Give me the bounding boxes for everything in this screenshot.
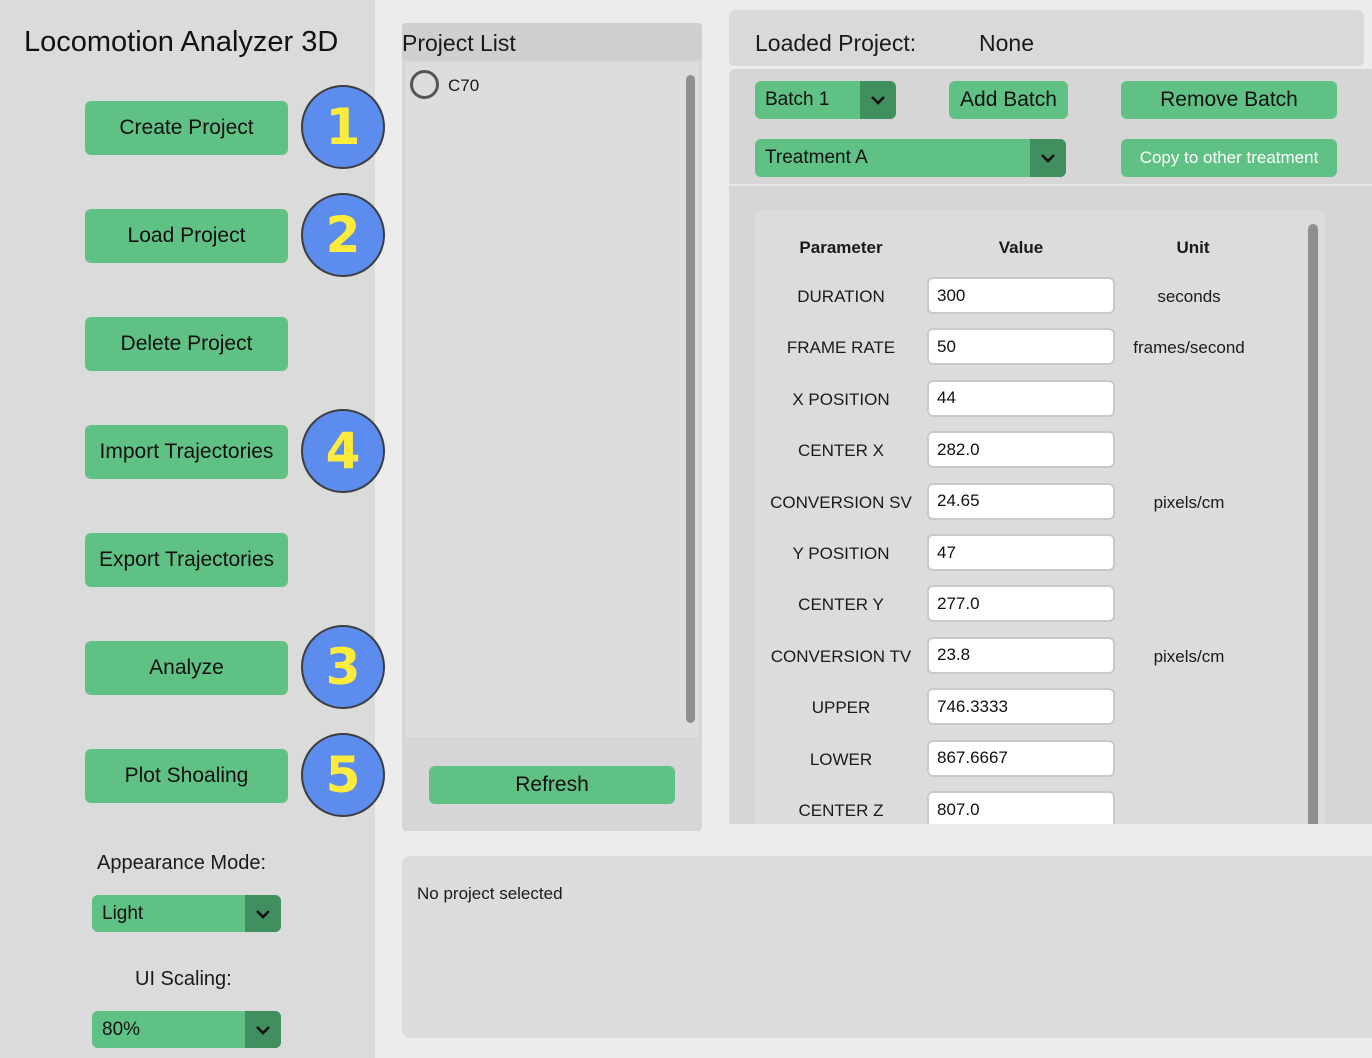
- ui-scaling-label: UI Scaling:: [135, 968, 232, 990]
- parameter-row: CONVERSION SV pixels/cm: [755, 482, 1315, 520]
- analyze-button[interactable]: Analyze: [85, 641, 288, 695]
- treatment-dropdown-value: Treatment A: [765, 147, 868, 168]
- step-badge-3: 3: [301, 625, 385, 709]
- ui-scaling-value: 80%: [102, 1018, 141, 1040]
- loaded-project-label: Loaded Project:: [755, 30, 917, 56]
- parameter-name: X POSITION: [792, 389, 890, 409]
- parameter-value-input[interactable]: [927, 688, 1115, 726]
- radio-unselected-icon[interactable]: [410, 70, 439, 99]
- chevron-down-icon: [245, 1011, 281, 1048]
- parameter-row: UPPER: [755, 688, 1315, 726]
- step-badge-4: 4: [301, 409, 385, 493]
- treatment-dropdown[interactable]: Treatment A: [755, 139, 1066, 177]
- parameter-value-input[interactable]: [927, 636, 1115, 674]
- step-badge-2: 2: [301, 193, 385, 277]
- refresh-button[interactable]: Refresh: [429, 766, 675, 804]
- chevron-down-icon: [860, 81, 896, 119]
- export-trajectories-button[interactable]: Export Trajectories: [85, 533, 288, 587]
- parameter-unit: pixels/cm: [1153, 646, 1225, 666]
- batch-dropdown-value: Batch 1: [765, 89, 830, 110]
- parameter-name: CONVERSION SV: [770, 492, 912, 512]
- step-badge-1: 1: [301, 85, 385, 169]
- parameter-unit: seconds: [1157, 287, 1221, 306]
- parameter-row: CENTER Z: [755, 791, 1315, 824]
- parameter-row: CONVERSION TV pixels/cm: [755, 636, 1315, 674]
- parameter-name: CENTER Y: [798, 595, 884, 615]
- batch-dropdown[interactable]: Batch 1: [755, 81, 896, 119]
- parameter-value-input[interactable]: [927, 431, 1115, 469]
- parameter-unit: pixels/cm: [1153, 492, 1225, 512]
- parameter-row: CENTER Y: [755, 585, 1315, 623]
- project-list-scrollbar[interactable]: [686, 75, 695, 723]
- parameter-name: Y POSITION: [792, 544, 890, 563]
- parameter-row: Y POSITION: [755, 534, 1315, 571]
- parameter-name: FRAME RATE: [786, 338, 896, 358]
- appearance-mode-dropdown[interactable]: Light: [92, 895, 281, 932]
- parameters-scrollbar[interactable]: [1308, 224, 1318, 824]
- parameter-value-input[interactable]: [927, 585, 1115, 623]
- add-batch-button[interactable]: Add Batch: [949, 81, 1068, 119]
- parameter-name: DURATION: [797, 287, 885, 306]
- unit-header: Unit: [1176, 238, 1210, 257]
- parameter-name: UPPER: [811, 698, 871, 718]
- parameter-value-input[interactable]: [927, 277, 1115, 314]
- parameter-value-input[interactable]: [927, 534, 1115, 571]
- project-list-box: [405, 63, 699, 737]
- parameter-value-input[interactable]: [927, 328, 1115, 366]
- project-list-title: Project List: [402, 30, 516, 56]
- status-text: No project selected: [417, 884, 563, 903]
- parameter-value-input[interactable]: [927, 791, 1115, 824]
- parameter-value-input[interactable]: [927, 379, 1115, 417]
- parameter-name: CENTER Z: [798, 801, 884, 820]
- app-title: Locomotion Analyzer 3D: [24, 26, 339, 58]
- parameter-row: FRAME RATE frames/second: [755, 328, 1315, 366]
- parameter-row: X POSITION: [755, 379, 1315, 417]
- parameter-row: DURATION seconds: [755, 277, 1315, 314]
- parameter-row: CENTER X: [755, 431, 1315, 469]
- loaded-project-value: None: [979, 30, 1034, 56]
- parameter-name: CONVERSION TV: [770, 646, 912, 666]
- chevron-down-icon: [1030, 139, 1066, 177]
- load-project-button[interactable]: Load Project: [85, 209, 288, 263]
- step-badge-5: 5: [301, 733, 385, 817]
- parameter-unit: frames/second: [1133, 338, 1245, 358]
- parameter-name: CENTER X: [798, 441, 884, 461]
- plot-shoaling-button[interactable]: Plot Shoaling: [85, 749, 288, 803]
- appearance-mode-label: Appearance Mode:: [97, 852, 267, 874]
- import-trajectories-button[interactable]: Import Trajectories: [85, 425, 288, 479]
- create-project-button[interactable]: Create Project: [85, 101, 288, 155]
- delete-project-button[interactable]: Delete Project: [85, 317, 288, 371]
- chevron-down-icon: [245, 895, 281, 932]
- parameter-value-input[interactable]: [927, 482, 1115, 520]
- value-header: Value: [998, 238, 1044, 257]
- parameter-value-input[interactable]: [927, 739, 1115, 777]
- remove-batch-button[interactable]: Remove Batch: [1121, 81, 1337, 119]
- parameter-header: Parameter: [799, 238, 883, 257]
- parameter-row: LOWER: [755, 739, 1315, 777]
- appearance-mode-value: Light: [102, 902, 144, 924]
- project-name: C70: [448, 76, 480, 95]
- parameter-name: LOWER: [809, 749, 873, 769]
- parameters-panel: Parameter Value Unit DURATION seconds FRAM…: [755, 210, 1325, 824]
- ui-scaling-dropdown[interactable]: 80%: [92, 1011, 281, 1048]
- config-divider: [729, 184, 1372, 186]
- copy-to-other-treatment-button[interactable]: Copy to other treatment: [1121, 139, 1337, 177]
- project-list-item[interactable]: C70: [410, 69, 680, 99]
